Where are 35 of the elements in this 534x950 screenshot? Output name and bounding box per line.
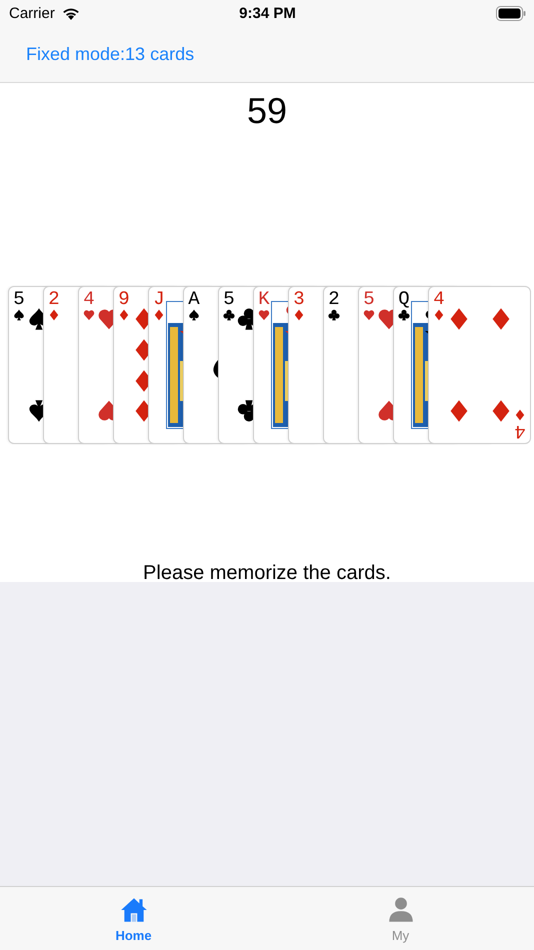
card-rank: 5 xyxy=(363,290,375,309)
card-rank: 3 xyxy=(293,290,305,309)
card-rank: A xyxy=(188,290,200,309)
heart-icon xyxy=(83,309,95,321)
instruction-text: Please memorize the cards. xyxy=(143,562,391,585)
card-rank: J xyxy=(153,290,165,309)
card-rank: K xyxy=(258,290,270,309)
heart-icon xyxy=(258,309,270,321)
wifi-icon xyxy=(60,6,81,21)
countdown-timer: 59 xyxy=(246,91,288,131)
clock-time: 9:34 PM xyxy=(239,5,296,22)
card-rank: 4 xyxy=(433,290,445,309)
card-rank: 2 xyxy=(48,290,60,309)
mode-title: Fixed mode:13 cards xyxy=(26,44,194,65)
club-icon xyxy=(398,309,410,321)
spade-icon xyxy=(188,309,200,321)
battery-icon xyxy=(496,6,526,21)
card-rank: 2 xyxy=(328,290,340,309)
tab-item[interactable]: My xyxy=(267,887,534,950)
diamond-icon xyxy=(433,309,445,321)
heart-icon xyxy=(363,309,375,321)
card-rank: Q xyxy=(398,290,410,309)
card-rank: 5 xyxy=(13,290,25,309)
club-icon xyxy=(328,309,340,321)
card-rank: 9 xyxy=(118,290,130,309)
diamond-icon xyxy=(118,309,130,321)
spade-icon xyxy=(13,309,25,321)
card-rank: 4 xyxy=(514,421,526,440)
diamond-icon xyxy=(48,309,60,321)
tab-item[interactable]: Home xyxy=(0,887,267,950)
club-icon xyxy=(223,309,235,321)
carrier-label: Carrier xyxy=(9,5,55,22)
card-rank: 4 xyxy=(83,290,95,309)
card-rank: 5 xyxy=(223,290,235,309)
diamond-icon xyxy=(293,309,305,321)
